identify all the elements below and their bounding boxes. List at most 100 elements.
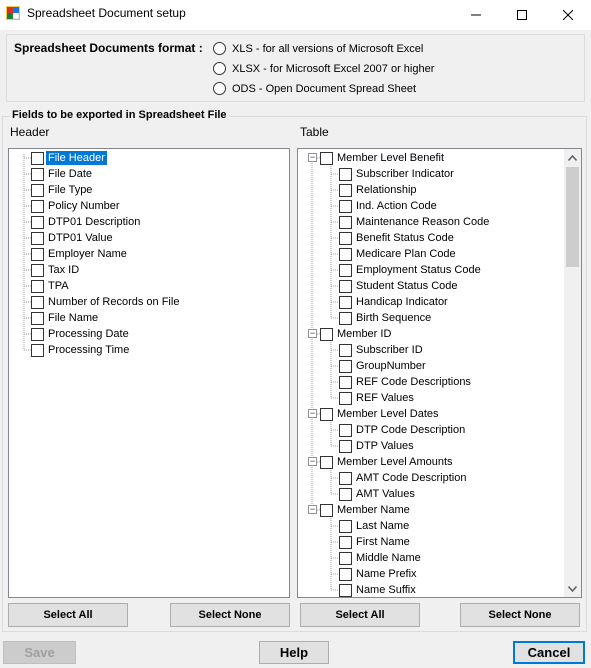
- table-field-item[interactable]: DTP Values: [339, 438, 416, 454]
- header-field-item[interactable]: File Name: [31, 310, 100, 326]
- checkbox[interactable]: [31, 263, 44, 277]
- checkbox[interactable]: [339, 487, 352, 501]
- radio-xlsx[interactable]: XLSX - for Microsoft Excel 2007 or highe…: [213, 62, 434, 75]
- tree-item-label[interactable]: Member Level Dates: [335, 407, 441, 421]
- tree-item-label[interactable]: Employer Name: [46, 247, 129, 261]
- tree-item-label[interactable]: Member Level Amounts: [335, 455, 455, 469]
- checkbox[interactable]: [339, 391, 352, 405]
- table-field-item[interactable]: Birth Sequence: [339, 310, 433, 326]
- tree-item-label[interactable]: File Date: [46, 167, 94, 181]
- table-field-item[interactable]: Relationship: [339, 182, 419, 198]
- table-field-item[interactable]: Subscriber ID: [339, 342, 425, 358]
- tree-item-label[interactable]: Benefit Status Code: [354, 231, 456, 245]
- tree-item-label[interactable]: Ind. Action Code: [354, 199, 439, 213]
- collapse-icon[interactable]: −: [308, 409, 317, 418]
- table-group-item[interactable]: Member ID: [320, 326, 393, 342]
- tree-item-label[interactable]: Member Name: [335, 503, 412, 517]
- table-field-item[interactable]: REF Values: [339, 390, 416, 406]
- checkbox[interactable]: [339, 199, 352, 213]
- checkbox[interactable]: [339, 375, 352, 389]
- table-field-item[interactable]: REF Code Descriptions: [339, 374, 473, 390]
- help-button[interactable]: Help: [259, 641, 329, 664]
- tree-item-label[interactable]: AMT Values: [354, 487, 417, 501]
- checkbox[interactable]: [31, 151, 44, 165]
- table-group-item[interactable]: Member Level Dates: [320, 406, 441, 422]
- table-field-item[interactable]: Middle Name: [339, 550, 423, 566]
- checkbox[interactable]: [31, 215, 44, 229]
- vertical-scrollbar[interactable]: [564, 149, 581, 597]
- maximize-button[interactable]: [499, 0, 545, 30]
- collapse-icon[interactable]: −: [308, 153, 317, 162]
- table-tree[interactable]: − Member Level Benefit Subscriber Indicato…: [297, 148, 582, 598]
- tree-item-label[interactable]: Middle Name: [354, 551, 423, 565]
- collapse-icon[interactable]: −: [308, 505, 317, 514]
- table-field-item[interactable]: GroupNumber: [339, 358, 428, 374]
- table-field-item[interactable]: Student Status Code: [339, 278, 460, 294]
- checkbox[interactable]: [320, 407, 333, 421]
- tree-item-label[interactable]: Medicare Plan Code: [354, 247, 458, 261]
- tree-item-label[interactable]: AMT Code Description: [354, 471, 468, 485]
- table-field-item[interactable]: Handicap Indicator: [339, 294, 450, 310]
- checkbox[interactable]: [31, 231, 44, 245]
- table-field-item[interactable]: Subscriber Indicator: [339, 166, 456, 182]
- checkbox[interactable]: [339, 295, 352, 309]
- header-field-item[interactable]: File Header: [31, 150, 107, 166]
- tree-item-label[interactable]: Member ID: [335, 327, 393, 341]
- tree-item-label[interactable]: Processing Date: [46, 327, 131, 341]
- radio-xls[interactable]: XLS - for all versions of Microsoft Exce…: [213, 42, 423, 55]
- checkbox[interactable]: [31, 199, 44, 213]
- tree-item-label[interactable]: Subscriber Indicator: [354, 167, 456, 181]
- tree-item-label[interactable]: Subscriber ID: [354, 343, 425, 357]
- checkbox[interactable]: [339, 439, 352, 453]
- table-field-item[interactable]: First Name: [339, 534, 412, 550]
- table-field-item[interactable]: Medicare Plan Code: [339, 246, 458, 262]
- collapse-icon[interactable]: −: [308, 457, 317, 466]
- header-field-item[interactable]: Tax ID: [31, 262, 81, 278]
- checkbox[interactable]: [339, 311, 352, 325]
- tree-item-label[interactable]: DTP Code Description: [354, 423, 467, 437]
- cancel-button[interactable]: Cancel: [513, 641, 585, 664]
- table-field-item[interactable]: Ind. Action Code: [339, 198, 439, 214]
- checkbox[interactable]: [339, 471, 352, 485]
- minimize-button[interactable]: [453, 0, 499, 30]
- tree-item-label[interactable]: Maintenance Reason Code: [354, 215, 491, 229]
- select-none-header-button[interactable]: Select None: [170, 603, 290, 627]
- tree-item-label[interactable]: Name Prefix: [354, 567, 419, 581]
- select-none-table-button[interactable]: Select None: [460, 603, 580, 627]
- checkbox[interactable]: [31, 343, 44, 357]
- collapse-icon[interactable]: −: [308, 329, 317, 338]
- checkbox[interactable]: [339, 215, 352, 229]
- checkbox[interactable]: [339, 423, 352, 437]
- tree-item-label[interactable]: Birth Sequence: [354, 311, 433, 325]
- checkbox[interactable]: [320, 455, 333, 469]
- table-field-item[interactable]: Benefit Status Code: [339, 230, 456, 246]
- tree-item-label[interactable]: File Type: [46, 183, 94, 197]
- tree-item-label[interactable]: Number of Records on File: [46, 295, 181, 309]
- checkbox[interactable]: [339, 519, 352, 533]
- tree-item-label[interactable]: File Name: [46, 311, 100, 325]
- checkbox[interactable]: [320, 151, 333, 165]
- radio-ods[interactable]: ODS - Open Document Spread Sheet: [213, 82, 416, 95]
- checkbox[interactable]: [320, 327, 333, 341]
- table-group-item[interactable]: Member Level Amounts: [320, 454, 455, 470]
- checkbox[interactable]: [31, 279, 44, 293]
- table-field-item[interactable]: Last Name: [339, 518, 411, 534]
- select-all-table-button[interactable]: Select All: [300, 603, 420, 627]
- checkbox[interactable]: [320, 503, 333, 517]
- table-field-item[interactable]: Name Suffix: [339, 582, 418, 597]
- tree-item-label[interactable]: Tax ID: [46, 263, 81, 277]
- table-field-item[interactable]: Employment Status Code: [339, 262, 483, 278]
- select-all-header-button[interactable]: Select All: [8, 603, 128, 627]
- tree-item-label[interactable]: Relationship: [354, 183, 419, 197]
- table-group-item[interactable]: Member Level Benefit: [320, 150, 446, 166]
- header-field-item[interactable]: DTP01 Description: [31, 214, 142, 230]
- header-field-item[interactable]: Policy Number: [31, 198, 122, 214]
- radio-button[interactable]: [213, 62, 226, 75]
- checkbox[interactable]: [339, 567, 352, 581]
- save-button[interactable]: Save: [3, 641, 76, 664]
- tree-item-label[interactable]: Employment Status Code: [354, 263, 483, 277]
- table-field-item[interactable]: Name Prefix: [339, 566, 419, 582]
- checkbox[interactable]: [339, 359, 352, 373]
- checkbox[interactable]: [31, 311, 44, 325]
- radio-button[interactable]: [213, 42, 226, 55]
